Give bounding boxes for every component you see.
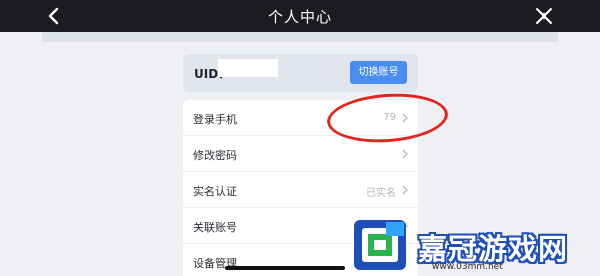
watermark-logo-icon [354,220,406,270]
menu-item-label: 登录手机 [193,113,237,126]
star-close-icon[interactable] [532,4,556,28]
chevron-right-icon [402,185,408,195]
switch-account-button[interactable]: 切换账号 [350,61,407,84]
top-bar: 个人中心 [0,0,600,32]
content-top-strip [42,32,558,42]
watermark-url: www.03mm.net [432,262,503,272]
menu-item-real-name[interactable]: 实名认证 已实名 [183,172,418,208]
home-indicator [225,266,345,270]
menu-item-label: 关联账号 [193,221,237,234]
chevron-right-icon [402,149,408,159]
menu-item-label: 修改密码 [193,149,237,162]
page-title: 个人中心 [267,8,332,26]
uid-value [218,59,278,77]
menu-item-value: 已实名 [366,188,396,199]
uid-card: UID： 切换账号 [183,54,418,92]
menu-item-label: 实名认证 [193,185,237,198]
